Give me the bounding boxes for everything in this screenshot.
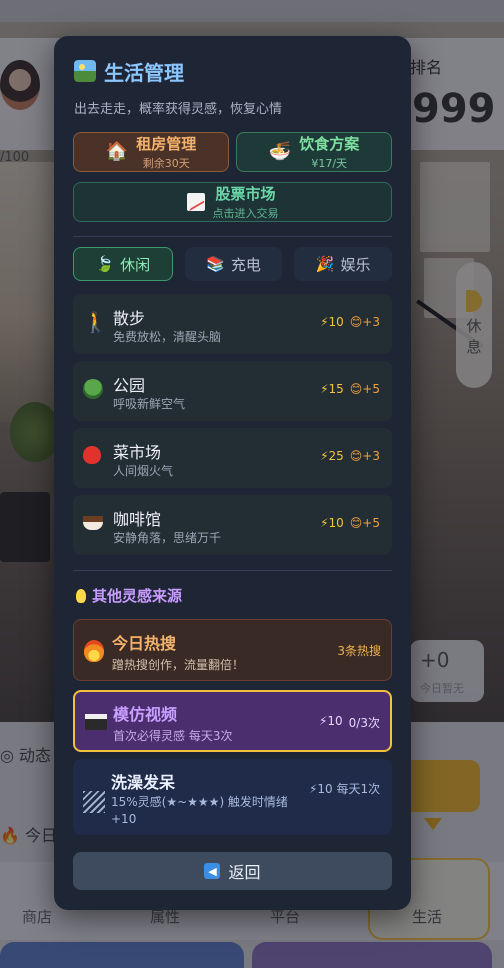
mimic-video-button[interactable]: 模仿视频 首次必得灵感 每天3次 ⚡10 0/3次 [73, 690, 392, 752]
walk-icon: 🚶 [83, 310, 108, 334]
diet-plan-button[interactable]: 🍜 饮食方案 ¥17/天 [236, 132, 392, 172]
trending-search-button[interactable]: 今日热搜 蹭热搜创作，流量翻倍！ 3条热搜 [73, 619, 392, 681]
life-management-modal: 生活管理 出去走走，概率获得灵感，恢复心情 🏠 租房管理 剩余30天 🍜 饮食方… [54, 36, 411, 910]
leaf-icon: 🍃 [95, 255, 115, 273]
chart-up-icon [186, 193, 205, 211]
shower-icon [83, 791, 105, 813]
party-icon: 🎉 [315, 255, 335, 273]
divider [73, 236, 392, 237]
tree-icon [83, 379, 103, 399]
coffee-icon [83, 516, 103, 530]
activity-market[interactable]: 菜市场 人间烟火气 ⚡25 😊+3 [73, 428, 392, 488]
other-sources-title: 其他灵感来源 [76, 585, 182, 606]
tab-leisure[interactable]: 🍃 休闲 [73, 247, 173, 281]
tab-entertainment[interactable]: 🎉 娱乐 [294, 247, 393, 281]
rent-management-button[interactable]: 🏠 租房管理 剩余30天 [73, 132, 229, 172]
tab-study[interactable]: 📚 充电 [184, 247, 283, 281]
back-arrow-icon: ◀ [204, 863, 221, 879]
modal-title: 生活管理 [74, 58, 184, 85]
activity-tabs: 🍃 休闲 📚 充电 🎉 娱乐 [73, 247, 393, 281]
activity-park[interactable]: 公园 呼吸新鲜空气 ⚡15 😊+5 [73, 361, 392, 421]
bulb-icon [76, 588, 86, 603]
stock-market-button[interactable]: 股票市场 点击进入交易 [73, 182, 392, 222]
house-icon: 🏠 [105, 141, 129, 162]
fire-icon [84, 640, 104, 662]
bowl-icon: 🍜 [268, 141, 292, 162]
modal-subtitle: 出去走走，概率获得灵感，恢复心情 [74, 102, 283, 117]
back-button[interactable]: ◀ 返回 [73, 852, 392, 890]
clapperboard-icon [85, 714, 107, 730]
activity-walk[interactable]: 🚶 散步 免费放松，清醒头脑 ⚡10 😊+3 [73, 294, 392, 354]
apple-icon [83, 446, 101, 464]
activity-cafe[interactable]: 咖啡馆 安静角落，思绪万千 ⚡10 😊+5 [73, 495, 392, 555]
books-icon: 📚 [206, 255, 225, 273]
landscape-icon [74, 60, 96, 82]
divider [73, 570, 392, 571]
shower-daydream-button[interactable]: 洗澡发呆 15%灵感(★~★★★) 触发时情绪+10 ⚡10 每天1次 [73, 759, 392, 835]
